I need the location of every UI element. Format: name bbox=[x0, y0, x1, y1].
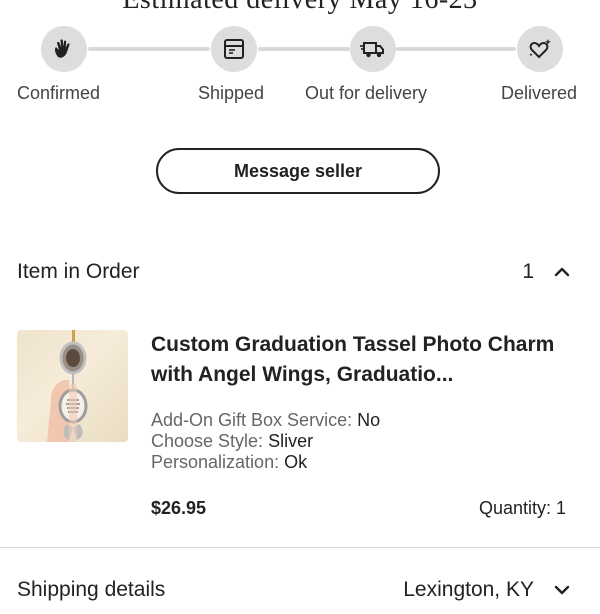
delivery-truck-icon bbox=[350, 26, 396, 72]
option-key: Choose Style: bbox=[151, 431, 264, 451]
progress-line bbox=[396, 47, 516, 51]
divider bbox=[0, 547, 600, 548]
option-key: Personalization: bbox=[151, 452, 280, 472]
package-icon bbox=[211, 26, 257, 72]
step-label-out-for-delivery: Out for delivery bbox=[305, 83, 428, 103]
item-thumbnail[interactable] bbox=[17, 330, 128, 442]
hand-wave-icon bbox=[41, 26, 87, 72]
item-quantity: Quantity: 1 bbox=[478, 498, 566, 518]
section-title: Item in Order bbox=[17, 260, 140, 283]
option-value: No bbox=[357, 410, 381, 430]
items-in-order-header[interactable]: Item in Order 1 bbox=[0, 248, 600, 296]
step-label-confirmed: Confirmed bbox=[17, 83, 101, 103]
item-title[interactable]: Custom Graduation Tassel Photo Charm wit… bbox=[151, 330, 571, 390]
option-key: Add-On Gift Box Service: bbox=[151, 410, 353, 430]
item-count: 1 bbox=[522, 260, 534, 283]
step-label-shipped: Shipped bbox=[198, 83, 265, 103]
message-seller-button[interactable]: Message seller bbox=[156, 148, 440, 194]
option-value: Ok bbox=[284, 452, 308, 472]
chevron-up-icon[interactable] bbox=[552, 262, 572, 282]
heart-sparkle-icon bbox=[517, 26, 563, 72]
progress-line bbox=[88, 47, 210, 51]
option-value: Sliver bbox=[268, 431, 314, 451]
progress-line bbox=[258, 47, 350, 51]
section-title: Shipping details bbox=[17, 578, 166, 601]
shipping-details-header[interactable]: Shipping details Lexington, KY bbox=[0, 566, 600, 614]
step-label-delivered: Delivered bbox=[501, 83, 578, 103]
item-price: $26.95 bbox=[151, 498, 207, 518]
item-option-style: Choose Style: Sliver bbox=[151, 431, 313, 452]
item-option-personalization: Personalization: Ok bbox=[151, 452, 307, 473]
shipping-location: Lexington, KY bbox=[403, 578, 534, 601]
item-option-gift-box: Add-On Gift Box Service: No bbox=[151, 410, 380, 431]
chevron-down-icon[interactable] bbox=[552, 580, 572, 600]
order-progress-tracker: Confirmed Shipped Out for delivery Deliv… bbox=[0, 0, 600, 110]
